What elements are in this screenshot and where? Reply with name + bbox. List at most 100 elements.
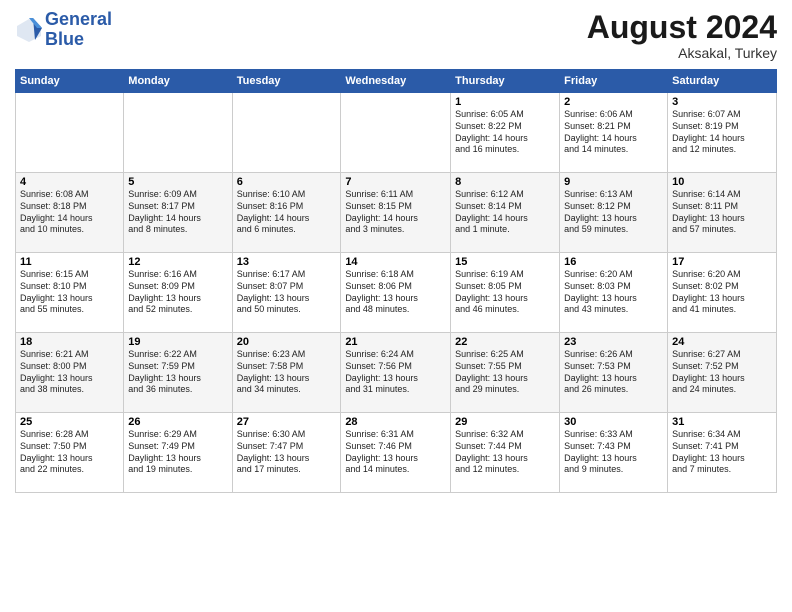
day-number: 20 bbox=[237, 336, 337, 348]
day-info: Sunrise: 6:23 AM Sunset: 7:58 PM Dayligh… bbox=[237, 349, 337, 396]
location: Aksakal, Turkey bbox=[587, 45, 777, 61]
logo-icon bbox=[15, 16, 43, 44]
day-info: Sunrise: 6:19 AM Sunset: 8:05 PM Dayligh… bbox=[455, 269, 555, 316]
calendar-cell-w1-d2: 6Sunrise: 6:10 AM Sunset: 8:16 PM Daylig… bbox=[232, 173, 341, 253]
day-number: 29 bbox=[455, 416, 555, 428]
day-number: 6 bbox=[237, 176, 337, 188]
calendar-cell-w0-d6: 3Sunrise: 6:07 AM Sunset: 8:19 PM Daylig… bbox=[668, 93, 777, 173]
page: General Blue August 2024 Aksakal, Turkey… bbox=[0, 0, 792, 612]
day-number: 28 bbox=[345, 416, 446, 428]
day-info: Sunrise: 6:15 AM Sunset: 8:10 PM Dayligh… bbox=[20, 269, 119, 316]
calendar-cell-w0-d3 bbox=[341, 93, 451, 173]
day-info: Sunrise: 6:28 AM Sunset: 7:50 PM Dayligh… bbox=[20, 429, 119, 476]
calendar-cell-w0-d0 bbox=[16, 93, 124, 173]
day-info: Sunrise: 6:05 AM Sunset: 8:22 PM Dayligh… bbox=[455, 109, 555, 156]
calendar-cell-w3-d2: 20Sunrise: 6:23 AM Sunset: 7:58 PM Dayli… bbox=[232, 333, 341, 413]
day-number: 17 bbox=[672, 256, 772, 268]
day-info: Sunrise: 6:32 AM Sunset: 7:44 PM Dayligh… bbox=[455, 429, 555, 476]
day-info: Sunrise: 6:29 AM Sunset: 7:49 PM Dayligh… bbox=[128, 429, 227, 476]
header: General Blue August 2024 Aksakal, Turkey bbox=[15, 10, 777, 61]
day-info: Sunrise: 6:07 AM Sunset: 8:19 PM Dayligh… bbox=[672, 109, 772, 156]
day-info: Sunrise: 6:27 AM Sunset: 7:52 PM Dayligh… bbox=[672, 349, 772, 396]
week-row-3: 18Sunrise: 6:21 AM Sunset: 8:00 PM Dayli… bbox=[16, 333, 777, 413]
calendar-cell-w2-d0: 11Sunrise: 6:15 AM Sunset: 8:10 PM Dayli… bbox=[16, 253, 124, 333]
day-number: 16 bbox=[564, 256, 663, 268]
calendar-cell-w4-d5: 30Sunrise: 6:33 AM Sunset: 7:43 PM Dayli… bbox=[560, 413, 668, 493]
calendar-cell-w3-d5: 23Sunrise: 6:26 AM Sunset: 7:53 PM Dayli… bbox=[560, 333, 668, 413]
calendar-cell-w0-d5: 2Sunrise: 6:06 AM Sunset: 8:21 PM Daylig… bbox=[560, 93, 668, 173]
calendar-cell-w1-d0: 4Sunrise: 6:08 AM Sunset: 8:18 PM Daylig… bbox=[16, 173, 124, 253]
day-info: Sunrise: 6:33 AM Sunset: 7:43 PM Dayligh… bbox=[564, 429, 663, 476]
day-info: Sunrise: 6:17 AM Sunset: 8:07 PM Dayligh… bbox=[237, 269, 337, 316]
day-info: Sunrise: 6:20 AM Sunset: 8:03 PM Dayligh… bbox=[564, 269, 663, 316]
day-info: Sunrise: 6:14 AM Sunset: 8:11 PM Dayligh… bbox=[672, 189, 772, 236]
col-tuesday: Tuesday bbox=[232, 70, 341, 93]
calendar-cell-w0-d4: 1Sunrise: 6:05 AM Sunset: 8:22 PM Daylig… bbox=[451, 93, 560, 173]
calendar-header-row: Sunday Monday Tuesday Wednesday Thursday… bbox=[16, 70, 777, 93]
day-info: Sunrise: 6:34 AM Sunset: 7:41 PM Dayligh… bbox=[672, 429, 772, 476]
calendar-cell-w3-d1: 19Sunrise: 6:22 AM Sunset: 7:59 PM Dayli… bbox=[124, 333, 232, 413]
day-number: 8 bbox=[455, 176, 555, 188]
day-number: 19 bbox=[128, 336, 227, 348]
title-block: August 2024 Aksakal, Turkey bbox=[587, 10, 777, 61]
calendar-cell-w2-d4: 15Sunrise: 6:19 AM Sunset: 8:05 PM Dayli… bbox=[451, 253, 560, 333]
day-number: 24 bbox=[672, 336, 772, 348]
day-number: 5 bbox=[128, 176, 227, 188]
calendar-cell-w3-d3: 21Sunrise: 6:24 AM Sunset: 7:56 PM Dayli… bbox=[341, 333, 451, 413]
day-number: 11 bbox=[20, 256, 119, 268]
day-info: Sunrise: 6:16 AM Sunset: 8:09 PM Dayligh… bbox=[128, 269, 227, 316]
calendar-cell-w1-d4: 8Sunrise: 6:12 AM Sunset: 8:14 PM Daylig… bbox=[451, 173, 560, 253]
col-saturday: Saturday bbox=[668, 70, 777, 93]
day-number: 14 bbox=[345, 256, 446, 268]
day-number: 3 bbox=[672, 96, 772, 108]
day-info: Sunrise: 6:12 AM Sunset: 8:14 PM Dayligh… bbox=[455, 189, 555, 236]
day-info: Sunrise: 6:31 AM Sunset: 7:46 PM Dayligh… bbox=[345, 429, 446, 476]
calendar-cell-w0-d1 bbox=[124, 93, 232, 173]
calendar-cell-w2-d6: 17Sunrise: 6:20 AM Sunset: 8:02 PM Dayli… bbox=[668, 253, 777, 333]
day-number: 26 bbox=[128, 416, 227, 428]
day-number: 7 bbox=[345, 176, 446, 188]
day-info: Sunrise: 6:30 AM Sunset: 7:47 PM Dayligh… bbox=[237, 429, 337, 476]
day-info: Sunrise: 6:20 AM Sunset: 8:02 PM Dayligh… bbox=[672, 269, 772, 316]
month-title: August 2024 bbox=[587, 10, 777, 45]
calendar-cell-w4-d3: 28Sunrise: 6:31 AM Sunset: 7:46 PM Dayli… bbox=[341, 413, 451, 493]
calendar-cell-w0-d2 bbox=[232, 93, 341, 173]
day-number: 13 bbox=[237, 256, 337, 268]
day-number: 18 bbox=[20, 336, 119, 348]
calendar-cell-w4-d2: 27Sunrise: 6:30 AM Sunset: 7:47 PM Dayli… bbox=[232, 413, 341, 493]
calendar-cell-w3-d0: 18Sunrise: 6:21 AM Sunset: 8:00 PM Dayli… bbox=[16, 333, 124, 413]
calendar-cell-w4-d0: 25Sunrise: 6:28 AM Sunset: 7:50 PM Dayli… bbox=[16, 413, 124, 493]
week-row-1: 4Sunrise: 6:08 AM Sunset: 8:18 PM Daylig… bbox=[16, 173, 777, 253]
week-row-0: 1Sunrise: 6:05 AM Sunset: 8:22 PM Daylig… bbox=[16, 93, 777, 173]
col-sunday: Sunday bbox=[16, 70, 124, 93]
logo-text: General Blue bbox=[45, 10, 112, 50]
col-wednesday: Wednesday bbox=[341, 70, 451, 93]
calendar-table: Sunday Monday Tuesday Wednesday Thursday… bbox=[15, 69, 777, 493]
day-info: Sunrise: 6:09 AM Sunset: 8:17 PM Dayligh… bbox=[128, 189, 227, 236]
day-number: 9 bbox=[564, 176, 663, 188]
calendar-cell-w4-d4: 29Sunrise: 6:32 AM Sunset: 7:44 PM Dayli… bbox=[451, 413, 560, 493]
day-info: Sunrise: 6:21 AM Sunset: 8:00 PM Dayligh… bbox=[20, 349, 119, 396]
day-info: Sunrise: 6:08 AM Sunset: 8:18 PM Dayligh… bbox=[20, 189, 119, 236]
day-info: Sunrise: 6:26 AM Sunset: 7:53 PM Dayligh… bbox=[564, 349, 663, 396]
calendar-cell-w2-d2: 13Sunrise: 6:17 AM Sunset: 8:07 PM Dayli… bbox=[232, 253, 341, 333]
day-info: Sunrise: 6:18 AM Sunset: 8:06 PM Dayligh… bbox=[345, 269, 446, 316]
day-number: 21 bbox=[345, 336, 446, 348]
day-number: 31 bbox=[672, 416, 772, 428]
week-row-4: 25Sunrise: 6:28 AM Sunset: 7:50 PM Dayli… bbox=[16, 413, 777, 493]
day-number: 22 bbox=[455, 336, 555, 348]
calendar-cell-w1-d3: 7Sunrise: 6:11 AM Sunset: 8:15 PM Daylig… bbox=[341, 173, 451, 253]
day-number: 2 bbox=[564, 96, 663, 108]
day-number: 1 bbox=[455, 96, 555, 108]
day-number: 4 bbox=[20, 176, 119, 188]
col-friday: Friday bbox=[560, 70, 668, 93]
day-number: 23 bbox=[564, 336, 663, 348]
calendar-cell-w2-d5: 16Sunrise: 6:20 AM Sunset: 8:03 PM Dayli… bbox=[560, 253, 668, 333]
col-monday: Monday bbox=[124, 70, 232, 93]
week-row-2: 11Sunrise: 6:15 AM Sunset: 8:10 PM Dayli… bbox=[16, 253, 777, 333]
day-number: 15 bbox=[455, 256, 555, 268]
day-number: 27 bbox=[237, 416, 337, 428]
day-info: Sunrise: 6:13 AM Sunset: 8:12 PM Dayligh… bbox=[564, 189, 663, 236]
day-number: 10 bbox=[672, 176, 772, 188]
day-info: Sunrise: 6:10 AM Sunset: 8:16 PM Dayligh… bbox=[237, 189, 337, 236]
